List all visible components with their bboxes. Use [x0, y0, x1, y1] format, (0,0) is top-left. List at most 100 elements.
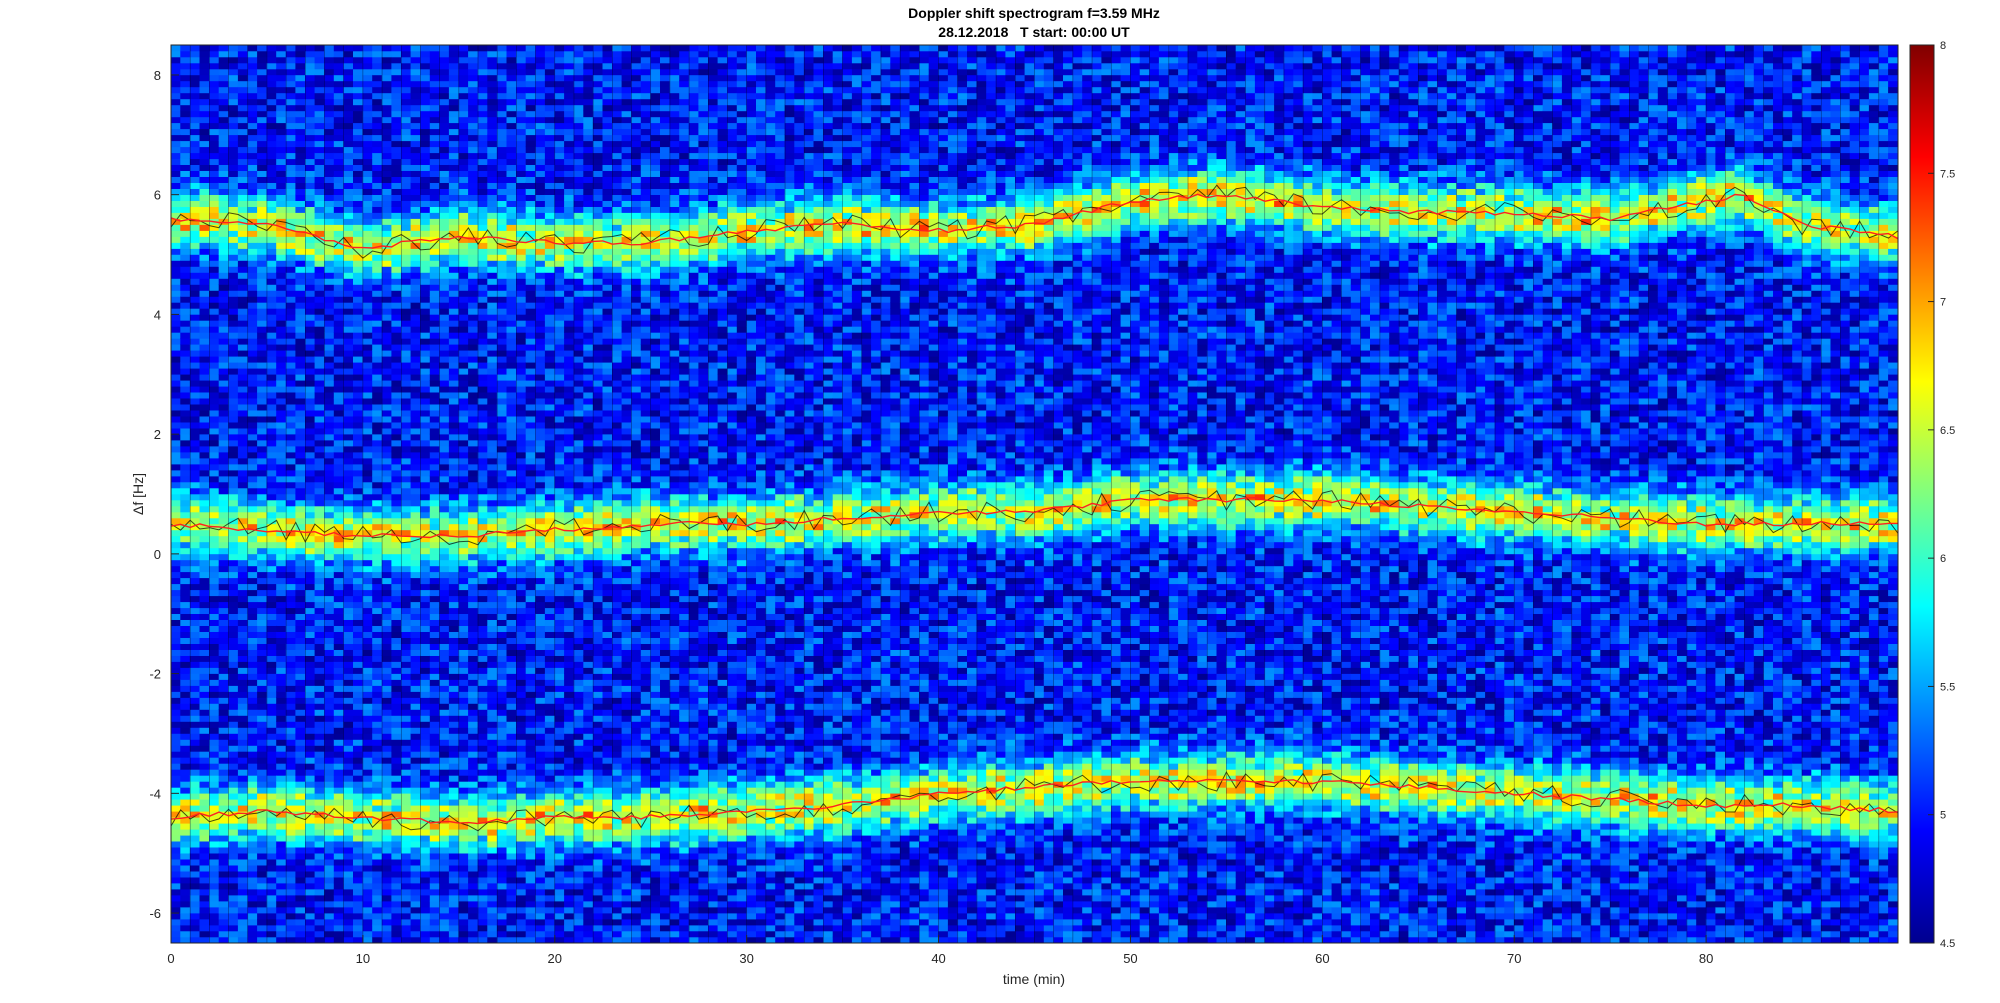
heatmap-cell [381, 475, 392, 483]
heatmap-cell [180, 619, 191, 626]
heatmap-cell [228, 535, 239, 543]
heatmap-cell [439, 98, 450, 106]
heatmap-cell [439, 140, 450, 148]
heatmap-cell [257, 344, 268, 351]
heatmap-cell [468, 487, 479, 495]
heatmap-cell [448, 86, 460, 94]
heatmap-cell [362, 721, 373, 728]
heatmap-cell [439, 577, 450, 585]
heatmap-cell [448, 829, 460, 836]
heatmap-cell [276, 188, 287, 195]
heatmap-cell [324, 266, 335, 273]
heatmap-cell [276, 194, 287, 201]
heatmap-cell [429, 511, 440, 519]
heatmap-cell [295, 68, 306, 76]
heatmap-cell [237, 541, 249, 549]
heatmap-cell [439, 200, 450, 207]
heatmap-cell [209, 182, 220, 189]
heatmap-cell [477, 487, 488, 495]
heatmap-cell [180, 715, 191, 722]
heatmap-cell [199, 391, 210, 399]
heatmap-cell [189, 200, 201, 207]
heatmap-cell [439, 876, 450, 884]
heatmap-cell [180, 146, 191, 154]
heatmap-cell [247, 643, 258, 650]
heatmap-cell [189, 140, 201, 148]
heatmap-cell [285, 278, 296, 285]
heatmap-cell [391, 691, 402, 698]
heatmap-cell [410, 409, 421, 417]
heatmap-cell [458, 421, 469, 429]
heatmap-cell [189, 176, 201, 183]
heatmap-cell [401, 344, 412, 351]
heatmap-cell [477, 62, 488, 70]
heatmap-cell [429, 930, 440, 938]
heatmap-cell [285, 182, 296, 189]
heatmap-cell [362, 445, 373, 453]
heatmap-cell [429, 858, 440, 866]
heatmap-cell [401, 188, 412, 195]
heatmap-cell [362, 733, 373, 740]
heatmap-cell [257, 631, 268, 638]
heatmap-cell [429, 870, 440, 878]
heatmap-cell [353, 134, 364, 142]
heatmap-cell [381, 469, 392, 477]
heatmap-cell [189, 511, 201, 519]
heatmap-cell [468, 703, 479, 710]
heatmap-cell [305, 134, 316, 142]
heatmap-cell [276, 308, 287, 315]
heatmap-cell [343, 158, 354, 165]
heatmap-cell [362, 266, 373, 273]
heatmap-cell [391, 50, 402, 58]
heatmap-cell [324, 553, 335, 561]
heatmap-cell [429, 272, 440, 279]
heatmap-cell [343, 110, 354, 118]
heatmap-cell [343, 631, 354, 638]
heatmap-cell [189, 631, 201, 638]
heatmap-cell [468, 876, 479, 884]
heatmap-cell [199, 445, 210, 453]
heatmap-cell [305, 463, 316, 471]
heatmap-cell [343, 757, 354, 764]
heatmap-cell [448, 218, 460, 225]
heatmap-cell [429, 894, 440, 902]
heatmap-cell [276, 924, 287, 932]
heatmap-cell [199, 577, 210, 585]
heatmap-cell [266, 194, 277, 201]
heatmap-cell [429, 68, 440, 76]
heatmap-cell [333, 727, 344, 734]
heatmap-cell [362, 218, 373, 225]
heatmap-cell [324, 170, 335, 177]
heatmap-cell [333, 427, 344, 435]
heatmap-cell [333, 385, 344, 393]
heatmap-cell [372, 50, 383, 58]
heatmap-cell [247, 924, 258, 932]
heatmap-cell [468, 727, 479, 734]
heatmap-cell [285, 194, 296, 201]
heatmap-cell [343, 882, 354, 890]
heatmap-cell [285, 817, 296, 824]
heatmap-cell [285, 787, 296, 794]
heatmap-cell [257, 433, 268, 441]
heatmap-cell [314, 517, 325, 525]
heatmap-cell [410, 391, 421, 399]
heatmap-cell [333, 673, 344, 680]
heatmap-cell [266, 481, 277, 489]
heatmap-cell [189, 266, 201, 273]
heatmap-cell [247, 637, 258, 644]
heatmap-cell [171, 834, 181, 842]
heatmap-cell [353, 326, 364, 333]
heatmap-cell [189, 703, 201, 710]
heatmap-cell [410, 397, 421, 405]
heatmap-cell [353, 362, 364, 369]
heatmap-cell [324, 409, 335, 417]
heatmap-cell [285, 829, 296, 836]
heatmap-cell [372, 284, 383, 291]
heatmap-cell [285, 421, 296, 429]
heatmap-cell [448, 272, 460, 279]
heatmap-cell [180, 128, 191, 136]
heatmap-cell [218, 415, 229, 423]
heatmap-cell [372, 254, 383, 261]
heatmap-cell [247, 134, 258, 142]
heatmap-cell [171, 164, 181, 171]
